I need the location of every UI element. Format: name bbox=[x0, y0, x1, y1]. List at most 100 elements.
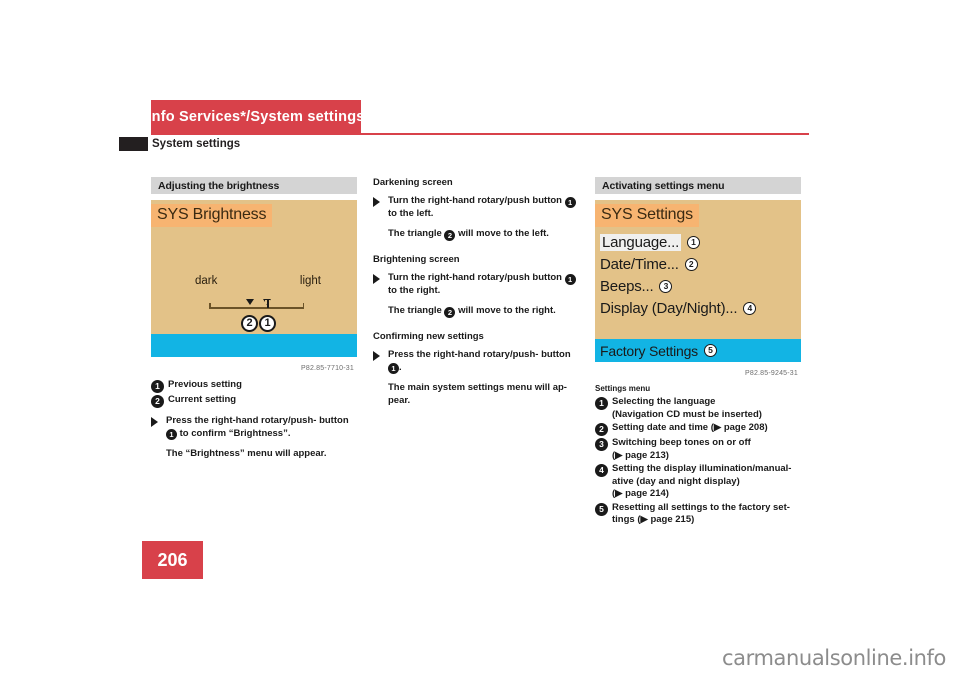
display-footer-bar bbox=[151, 334, 357, 357]
section-title: System settings bbox=[152, 137, 241, 150]
result-text-b: will move to the left. bbox=[458, 228, 549, 240]
step-callout-1: 1 bbox=[564, 196, 576, 208]
legend-item: 4 Setting the display illumination/manua… bbox=[595, 463, 801, 501]
step-text-b: to the left. bbox=[388, 207, 434, 219]
result-brightness-menu: The “Brightness” menu will appear. bbox=[166, 448, 327, 460]
step-text-c: to confirm “Brightness”. bbox=[179, 427, 291, 439]
legend-line: (Navigation CD must be inserted) bbox=[612, 408, 762, 420]
slider-end-left bbox=[209, 303, 211, 309]
step-triangle-icon bbox=[373, 274, 380, 284]
settings-menu-item-factory[interactable]: Factory Settings 5 bbox=[595, 339, 801, 362]
display-image-id: P82.85-9245-31 bbox=[744, 370, 798, 377]
legend-text-1: Previous setting bbox=[168, 379, 242, 390]
result-darken: The triangle 2 will move to the left. bbox=[373, 228, 579, 241]
settings-item-label: Factory Settings bbox=[600, 342, 698, 359]
step-text: Press the right-hand rotary/push- button… bbox=[388, 349, 579, 375]
legend-bullet-1: 1 bbox=[595, 397, 608, 410]
settings-item-label: Date/Time... bbox=[600, 255, 679, 273]
display-header-row: SYS Brightness bbox=[151, 200, 357, 227]
caption-bar-brightness: Adjusting the brightness bbox=[151, 177, 357, 194]
legend-line: Switching beep tones on or off bbox=[612, 437, 751, 448]
column-right: Activating settings menu SYS Settings La… bbox=[595, 177, 801, 528]
display-mock-settings: SYS Settings Language... 1 Date/Time... … bbox=[595, 200, 801, 377]
legend-line: (▶ page 213) bbox=[612, 449, 669, 461]
step-triangle-icon bbox=[151, 417, 158, 427]
caption-label: Activating settings menu bbox=[602, 179, 725, 192]
legend-line: Resetting all settings to the factory se… bbox=[612, 501, 790, 513]
site-watermark: carmanualsonline.info bbox=[722, 646, 946, 670]
legend-item: 1 Selecting the language (Navigation CD … bbox=[595, 396, 801, 421]
step-text-b: button bbox=[541, 349, 571, 360]
chapter-tab: Info Services*/System settings bbox=[147, 100, 364, 133]
step-brighten: Turn the right-hand rotary/push button 1… bbox=[373, 272, 579, 297]
scale-label-dark: dark bbox=[195, 275, 218, 287]
display-title: SYS Settings bbox=[601, 206, 693, 223]
legend-heading: Settings menu bbox=[595, 384, 651, 393]
settings-item-label: Display (Day/Night)... bbox=[600, 299, 738, 317]
legend-bullet-5: 5 bbox=[595, 502, 608, 516]
legend-text-3: Switching beep tones on or off (▶ page 2… bbox=[612, 437, 751, 462]
display-image-id: P82.85-7710-31 bbox=[300, 365, 354, 372]
legend-bullet-2: 2 bbox=[151, 395, 164, 408]
caption-bar-settings-menu: Activating settings menu bbox=[595, 177, 801, 194]
current-setting-stem-icon bbox=[267, 300, 269, 308]
legend-line: Selecting the language bbox=[612, 396, 716, 407]
legend-line: (▶ page 214) bbox=[612, 488, 669, 499]
result-brighten: The triangle 2 will move to the right. bbox=[373, 305, 579, 318]
legend-item: 2 Current setting bbox=[151, 394, 357, 408]
column-left: Adjusting the brightness SYS Brightness … bbox=[151, 177, 357, 461]
callout-4: 4 bbox=[743, 301, 757, 315]
slider-end-right bbox=[302, 303, 304, 309]
display-header-row: SYS Settings bbox=[595, 200, 801, 227]
callout-2: 2 bbox=[684, 257, 698, 271]
step-text: Turn the right-hand rotary/push button 1… bbox=[388, 272, 579, 297]
scale-label-light: light bbox=[299, 275, 321, 287]
legend-text-2: Setting date and time (▶ page 208) bbox=[612, 422, 768, 433]
settings-menu-item-display[interactable]: Display (Day/Night)... 4 bbox=[595, 297, 801, 319]
result-callout-2: 2 bbox=[444, 230, 456, 241]
step-triangle-icon bbox=[373, 351, 380, 361]
result-text-b: will move to the right. bbox=[458, 305, 556, 317]
subheading-confirming: Confirming new settings bbox=[373, 331, 484, 342]
result-text-a: The triangle bbox=[388, 305, 442, 317]
subheading-brightening: Brightening screen bbox=[373, 254, 460, 265]
settings-menu-item-datetime[interactable]: Date/Time... 2 bbox=[595, 253, 801, 275]
legend-line: Setting the display illumination/manual- bbox=[612, 463, 792, 474]
display-title: SYS Brightness bbox=[157, 206, 267, 223]
callout-5: 5 bbox=[703, 344, 717, 357]
result-confirm: The main system settings menu will ap- p… bbox=[373, 382, 579, 407]
step-text-b: to the right. bbox=[388, 284, 441, 296]
step-callout-1: 1 bbox=[564, 273, 576, 285]
step-text: Press the right-hand rotary/push- button… bbox=[166, 415, 357, 441]
brightness-scale-labels: dark light bbox=[195, 275, 321, 287]
display-mock-brightness: SYS Brightness dark light 2 1 P82.85-771… bbox=[151, 200, 357, 372]
step-triangle-icon bbox=[373, 197, 380, 207]
legend-list-left: 1 Previous setting 2 Current setting bbox=[151, 379, 357, 408]
settings-menu-item-beeps[interactable]: Beeps... 3 bbox=[595, 275, 801, 297]
display-image-id-bar: P82.85-9245-31 bbox=[595, 362, 801, 377]
legend-item: 1 Previous setting bbox=[151, 379, 357, 393]
legend-text-2: Current setting bbox=[168, 394, 237, 405]
page-number: 206 bbox=[157, 549, 188, 570]
previous-setting-triangle-icon bbox=[246, 299, 254, 305]
legend-bullet-2: 2 bbox=[595, 423, 608, 436]
section-heading: System settings bbox=[119, 136, 240, 151]
slider-track bbox=[209, 307, 304, 309]
legend-text-1: Selecting the language (Navigation CD mu… bbox=[612, 396, 762, 421]
step-text-a: Press the right-hand rotary/push- bbox=[166, 415, 317, 426]
result-text-a: The triangle bbox=[388, 228, 442, 240]
legend-item: 3 Switching beep tones on or off (▶ page… bbox=[595, 437, 801, 462]
step-confirm: Press the right-hand rotary/push- button… bbox=[373, 349, 579, 375]
callout-2: 2 bbox=[241, 315, 258, 332]
legend-bullet-4: 4 bbox=[595, 464, 608, 477]
header-rule bbox=[151, 133, 809, 135]
step-text-a: Turn the right-hand rotary/push button bbox=[388, 272, 562, 283]
step-text-a: Turn the right-hand rotary/push button bbox=[388, 195, 562, 206]
settings-menu-item-language[interactable]: Language... 1 bbox=[595, 231, 801, 253]
legend-list-right: 1 Selecting the language (Navigation CD … bbox=[595, 396, 801, 527]
legend-text-5: Resetting all settings to the factory se… bbox=[612, 502, 790, 527]
settings-menu-list: Language... 1 Date/Time... 2 Beeps... 3 … bbox=[595, 227, 801, 339]
step-text: Turn the right-hand rotary/push button 1… bbox=[388, 195, 579, 220]
manual-page: Info Services*/System settings System se… bbox=[0, 0, 960, 678]
legend-line: ative (day and night display) bbox=[612, 475, 740, 487]
